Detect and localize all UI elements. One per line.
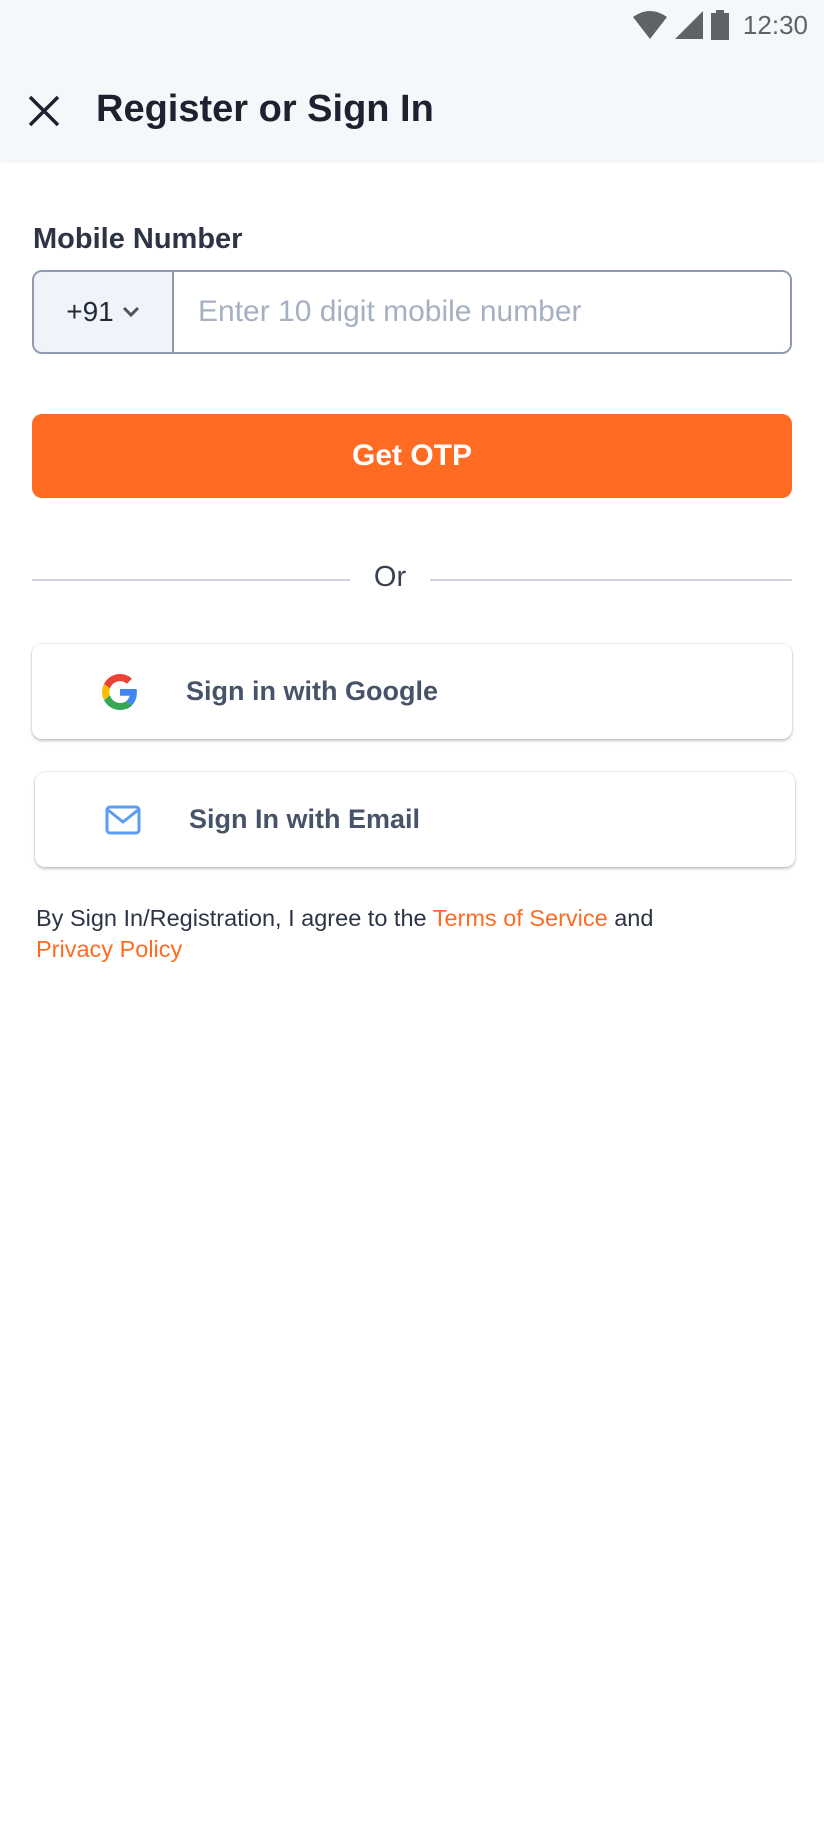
email-sign-in-button[interactable]: Sign In with Email — [35, 772, 795, 867]
terms-prefix: By Sign In/Registration, I agree to the — [36, 905, 433, 931]
terms-middle: and — [607, 905, 654, 931]
close-icon[interactable] — [27, 94, 61, 128]
email-sign-in-label: Sign In with Email — [189, 804, 421, 834]
chevron-down-icon — [122, 306, 139, 318]
google-icon — [102, 674, 137, 710]
wifi-icon — [632, 11, 667, 39]
terms-notice: By Sign In/Registration, I agree to the … — [36, 903, 776, 965]
mail-icon — [105, 805, 141, 835]
terms-of-service-link[interactable]: Terms of Service — [433, 905, 608, 931]
divider-line-right — [430, 579, 792, 581]
divider-line-left — [32, 579, 350, 581]
mobile-number-label: Mobile Number — [33, 223, 243, 255]
country-code-select[interactable]: +91 — [34, 272, 174, 352]
google-sign-in-label: Sign in with Google — [186, 676, 438, 706]
get-otp-button[interactable]: Get OTP — [32, 414, 792, 498]
mobile-number-field: +91 — [32, 270, 792, 354]
status-bar: 12:30 — [632, 8, 808, 42]
battery-icon — [710, 10, 729, 40]
status-time: 12:30 — [742, 9, 808, 40]
signal-icon — [674, 11, 703, 39]
privacy-policy-link[interactable]: Privacy Policy — [36, 936, 182, 962]
page-title: Register or Sign In — [96, 88, 434, 130]
google-sign-in-button[interactable]: Sign in with Google — [32, 644, 792, 739]
divider-text: Or — [373, 561, 407, 593]
country-code-value: +91 — [66, 296, 114, 327]
app-header: 12:30 Register or Sign In — [0, 0, 824, 160]
mobile-number-input[interactable] — [174, 272, 790, 352]
